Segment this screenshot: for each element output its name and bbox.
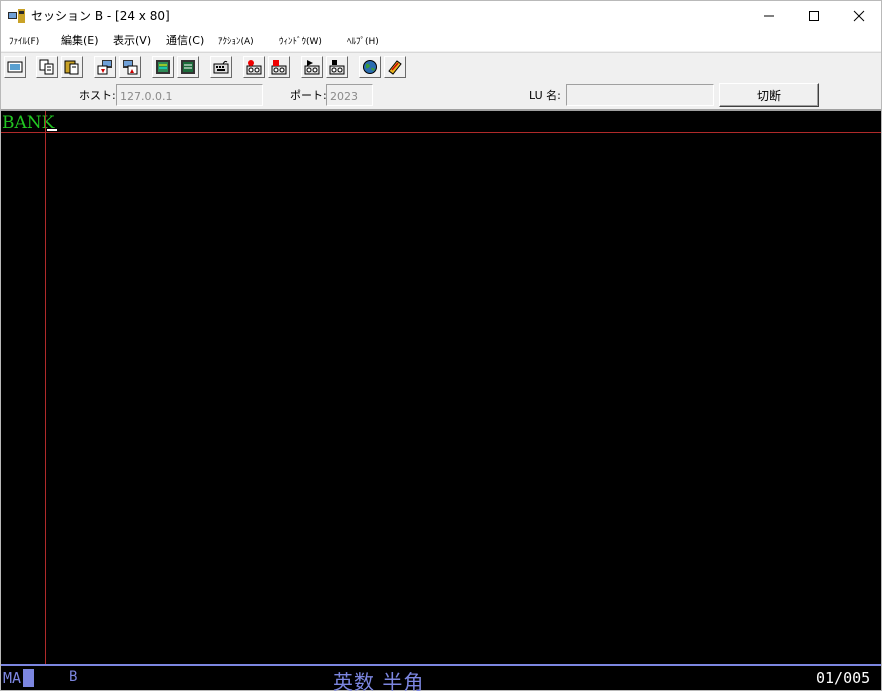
send-file-icon: [97, 60, 112, 75]
menu-communication[interactable]: 通信(C): [166, 34, 204, 48]
window-title: セッション B - [24 x 80]: [31, 9, 170, 23]
menu-help[interactable]: ﾍﾙﾌﾟ(H): [347, 35, 379, 49]
print-screen-icon: [7, 61, 23, 73]
help-book-button[interactable]: [384, 56, 406, 78]
menu-view[interactable]: 表示(V): [113, 34, 151, 48]
paste-button[interactable]: [61, 56, 83, 78]
copy-button[interactable]: [36, 56, 58, 78]
macro-stop-icon: [271, 60, 287, 75]
status-cursor-block: [23, 669, 34, 687]
menu-file[interactable]: ﾌｧｲﾙ(F): [9, 35, 39, 49]
terminal-window: セッション B - [24 x 80] ﾌｧｲﾙ(F) 編集(E) 表示(V) …: [0, 0, 882, 694]
keyboard-icon: [213, 60, 229, 74]
macro-pause-button[interactable]: [326, 56, 348, 78]
close-icon: [853, 10, 864, 22]
send-file-button[interactable]: [94, 56, 116, 78]
host-label: ホスト:: [79, 89, 116, 102]
globe-icon: [363, 60, 377, 74]
menu-action[interactable]: ｱｸｼｮﾝ(A): [218, 35, 254, 49]
menu-window[interactable]: ｳｨﾝﾄﾞｳ(W): [279, 35, 322, 49]
title-bar[interactable]: セッション B - [24 x 80]: [1, 1, 881, 31]
receive-file-button[interactable]: [119, 56, 141, 78]
macro-record-icon: [246, 60, 262, 75]
display-setup-button[interactable]: [152, 56, 174, 78]
lu-name-field[interactable]: [566, 84, 714, 106]
macro-pause-icon: [329, 60, 345, 75]
port-field[interactable]: 2023: [326, 84, 373, 106]
ruler-horizontal: [1, 132, 881, 133]
host-field[interactable]: 127.0.0.1: [116, 84, 263, 106]
screen-setup-button[interactable]: [177, 56, 199, 78]
receive-file-icon: [123, 60, 138, 75]
globe-button[interactable]: [359, 56, 381, 78]
terminal-screen[interactable]: BANK: [1, 111, 881, 664]
toolbar: [1, 52, 881, 82]
minimize-icon: [763, 15, 774, 17]
lu-name-label: LU 名:: [529, 89, 561, 102]
print-screen-button[interactable]: [4, 56, 26, 78]
minimize-button[interactable]: [746, 1, 791, 31]
port-label: ポート:: [290, 89, 327, 102]
macro-play-button[interactable]: [301, 56, 323, 78]
status-session: B: [69, 669, 78, 685]
display-setup-icon: [156, 60, 170, 74]
app-icon: [8, 9, 25, 23]
menu-bar: ﾌｧｲﾙ(F) 編集(E) 表示(V) 通信(C) ｱｸｼｮﾝ(A) ｳｨﾝﾄﾞ…: [1, 31, 881, 51]
disconnect-button[interactable]: 切断: [719, 83, 819, 107]
macro-record-button[interactable]: [243, 56, 265, 78]
maximize-button[interactable]: [791, 1, 836, 31]
macro-play-icon: [304, 60, 320, 75]
menu-edit[interactable]: 編集(E): [61, 34, 99, 48]
close-button[interactable]: [836, 1, 881, 31]
maximize-icon: [808, 11, 819, 21]
copy-icon: [39, 59, 54, 75]
ruler-vertical: [45, 111, 46, 664]
status-line: MA B 英数 半角 01/005: [1, 664, 881, 694]
status-cursor-position: 01/005: [816, 669, 871, 687]
screen-setup-icon: [181, 60, 195, 74]
paste-icon: [64, 60, 79, 75]
macro-stop-button[interactable]: [268, 56, 290, 78]
help-book-icon: [388, 60, 402, 75]
keyboard-button[interactable]: [210, 56, 232, 78]
connection-bar: ホスト: 127.0.0.1 ポート: 2023 LU 名: 切断: [1, 81, 881, 111]
text-cursor: [47, 129, 57, 131]
status-mode: MA: [3, 669, 22, 687]
